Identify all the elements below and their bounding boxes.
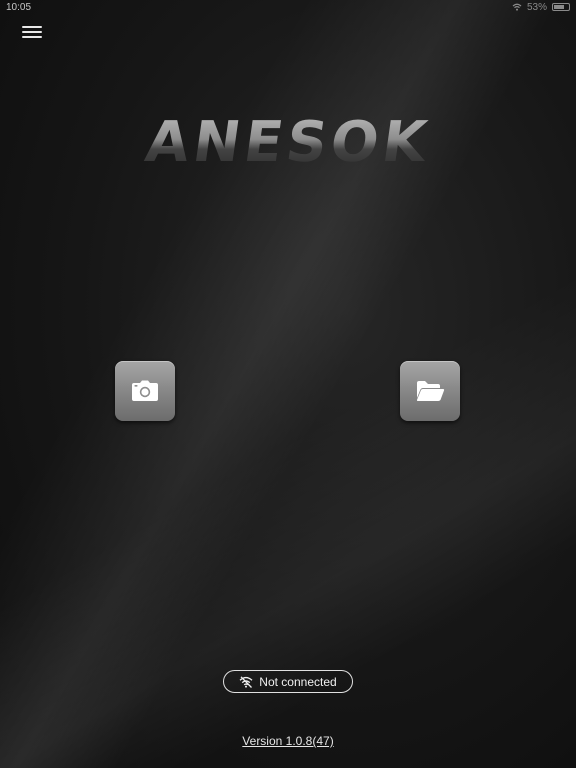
folder-open-icon <box>416 381 445 401</box>
status-bar: 10:05 53% <box>0 0 576 14</box>
app-logo: ANESOK <box>0 110 576 175</box>
folder-button[interactable] <box>400 361 460 421</box>
wifi-off-icon <box>239 675 253 688</box>
app-screen: 10:05 53% ANESOK Not connected Version 1… <box>0 0 576 768</box>
version-link[interactable]: Version 1.0.8(47) <box>0 734 576 748</box>
status-indicators: 53% <box>512 2 570 13</box>
battery-percent: 53% <box>526 1 547 13</box>
camera-button[interactable] <box>115 361 175 421</box>
status-time: 10:05 <box>6 1 32 13</box>
camera-icon <box>132 380 158 401</box>
wifi-status-icon <box>512 3 522 11</box>
hamburger-menu-icon[interactable] <box>22 24 42 40</box>
battery-icon <box>552 3 570 11</box>
connection-status-label: Not connected <box>259 674 337 689</box>
connection-status-button[interactable]: Not connected <box>223 670 353 693</box>
